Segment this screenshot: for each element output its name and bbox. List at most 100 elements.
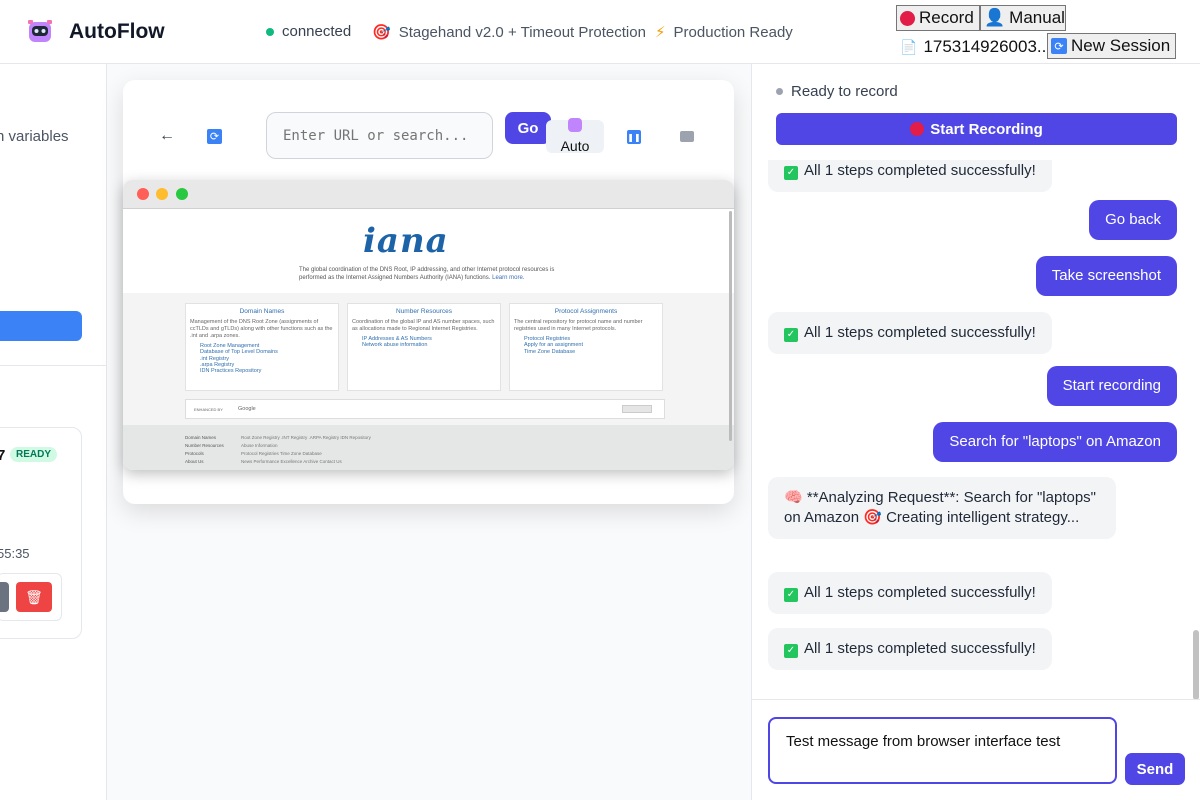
iana-footer-row: Number Resources Abuse Information <box>185 443 278 448</box>
iana-section-title[interactable]: Protocol Assignments <box>510 308 662 315</box>
record-mode-label: Record <box>919 8 974 27</box>
recorder-status-label: Ready to record <box>791 83 898 100</box>
iana-link[interactable]: IDN Practices Repository <box>200 368 338 374</box>
auto-mode-button[interactable]: Auto <box>546 118 604 154</box>
learn-more-link[interactable]: Learn more. <box>492 275 524 281</box>
robot-icon <box>568 118 582 132</box>
session-id: 175314926003... <box>923 37 1052 56</box>
production-label: Production Ready <box>673 23 793 41</box>
chat-message-bot: ✓ All 1 steps completed successfully! <box>768 160 1052 192</box>
variables-text: n variables <box>0 128 69 145</box>
app-header: AutoFlow connected 🎯 Stagehand v2.0 + Ti… <box>0 0 1200 64</box>
iana-search[interactable]: ENHANCED BY Google <box>185 399 665 419</box>
refresh-icon: ⟳ <box>1051 38 1067 54</box>
iana-link[interactable]: Network abuse information <box>362 342 500 348</box>
auto-label: Auto <box>560 138 590 154</box>
chat-message-bot: ✓ All 1 steps completed successfully! <box>768 628 1052 670</box>
chat-messages: ✓ All 1 steps completed successfully! Go … <box>752 160 1200 702</box>
robot-logo-icon <box>28 20 52 42</box>
sidebar-divider <box>0 365 106 366</box>
refresh-button[interactable]: ⟳ <box>207 127 222 144</box>
iana-section-body: The central repository for protocol name… <box>514 319 643 332</box>
browser-card: ← ⟳ Go Auto ❚❚ iana The global coordinat… <box>123 80 734 504</box>
sidebar: n variables 7 READY 55:35 🗑 <box>0 64 107 800</box>
search-submit-button[interactable] <box>622 405 652 413</box>
send-button[interactable]: Send <box>1125 753 1185 785</box>
brand-name: AutoFlow <box>69 20 165 43</box>
url-input[interactable] <box>266 112 493 159</box>
status-dot-icon <box>776 88 783 95</box>
chat-message-user: Start recording <box>1046 366 1177 406</box>
iana-section-title[interactable]: Number Resources <box>348 308 500 315</box>
minimize-dot-icon <box>156 188 168 200</box>
iana-footer-links[interactable]: Protocol Registries Time Zone Database <box>241 451 322 456</box>
recorder-status: Ready to record <box>776 83 898 100</box>
manual-mode-label: Manual <box>1009 8 1065 27</box>
viewport-scrollbar[interactable] <box>729 211 732 441</box>
session-secondary-button[interactable] <box>0 582 9 612</box>
iana-footer-heading: Number Resources <box>185 443 224 448</box>
chat-scrollbar[interactable] <box>1193 630 1199 700</box>
start-recording-button[interactable]: Start Recording <box>776 113 1177 145</box>
manual-mode-button[interactable]: 👤 Manual <box>980 5 1066 31</box>
iana-logo: iana <box>363 221 449 261</box>
message-composer: Test message from browser interface test… <box>752 699 1200 800</box>
search-enhanced-label: ENHANCED BY <box>194 407 223 412</box>
status-dot-icon <box>266 27 274 36</box>
chat-message-user: Go back <box>1089 200 1177 240</box>
iana-footer-links[interactable]: Root Zone Registry .INT Registry .ARPA R… <box>241 435 371 440</box>
start-recording-label: Start Recording <box>930 120 1043 138</box>
iana-intro: The global coordination of the DNS Root,… <box>299 267 559 282</box>
red-circle-icon <box>910 122 925 136</box>
iana-section-box: Protocol Assignments The central reposito… <box>509 303 663 391</box>
lightning-icon: ⚡ <box>655 24 666 41</box>
iana-section-title[interactable]: Domain Names <box>186 308 338 315</box>
check-icon: ✓ <box>784 588 798 602</box>
iana-section-box: Domain Names Management of the DNS Root Z… <box>185 303 339 391</box>
check-icon: ✓ <box>784 166 798 180</box>
session-card: 7 READY 55:35 🗑 <box>0 427 82 639</box>
new-session-label: New Session <box>1071 36 1171 55</box>
close-dot-icon <box>137 188 149 200</box>
target-icon: 🎯 <box>372 24 391 41</box>
chat-panel: Ready to record Start Recording ✓ All 1 s… <box>751 64 1200 800</box>
browser-viewport[interactable]: iana The global coordination of the DNS … <box>123 180 734 470</box>
production-status: ⚡ Production Ready <box>655 23 793 42</box>
chat-message-user: Search for "laptops" on Amazon <box>933 422 1177 462</box>
record-mode-button[interactable]: Record <box>896 5 980 31</box>
iana-footer-links[interactable]: News Performance Excellence Archive Cont… <box>241 459 342 464</box>
iana-link[interactable]: Time Zone Database <box>524 349 662 355</box>
iana-footer-row: About Us News Performance Excellence Arch… <box>185 459 342 464</box>
chat-message-bot: ✓ All 1 steps completed successfully! <box>768 312 1052 354</box>
brain-icon: 🧠 <box>784 489 803 506</box>
iana-footer: Domain Names Root Zone Registry .INT Regi… <box>123 425 734 470</box>
maximize-dot-icon <box>176 188 188 200</box>
connection-label: connected <box>282 23 352 40</box>
document-icon: 📄 <box>900 38 918 55</box>
pause-icon: ❚❚ <box>627 132 641 142</box>
delete-session-button[interactable]: 🗑 <box>16 582 52 612</box>
engine-label: Stagehand v2.0 + Timeout Protection <box>398 23 646 41</box>
chat-message-user: Take screenshot <box>1035 256 1177 296</box>
iana-footer-links[interactable]: Abuse Information <box>241 443 278 448</box>
back-button[interactable]: ← <box>159 127 175 145</box>
check-icon: ✓ <box>784 644 798 658</box>
message-input[interactable]: Test message from browser interface test <box>768 717 1117 784</box>
new-session-button[interactable]: ⟳ New Session <box>1047 33 1176 59</box>
engine-status: 🎯 Stagehand v2.0 + Timeout Protection <box>372 23 646 42</box>
browser-panel: ← ⟳ Go Auto ❚❚ iana The global coordinat… <box>107 64 751 800</box>
check-icon: ✓ <box>784 328 798 342</box>
iana-footer-heading: About Us <box>185 459 204 464</box>
keyboard-button[interactable] <box>680 131 694 142</box>
refresh-icon: ⟳ <box>207 129 222 144</box>
iana-footer-row: Domain Names Root Zone Registry .INT Regi… <box>185 435 371 440</box>
chat-message-bot: ✓ All 1 steps completed successfully! <box>768 572 1052 614</box>
webpage-screenshot: iana The global coordination of the DNS … <box>123 209 734 470</box>
pause-button[interactable]: ❚❚ <box>627 130 641 144</box>
target-icon: 🎯 <box>863 509 882 526</box>
session-card-id: 7 <box>0 447 5 464</box>
window-titlebar <box>123 180 734 209</box>
sidebar-primary-button[interactable] <box>0 311 82 341</box>
iana-footer-row: Protocols Protocol Registries Time Zone D… <box>185 451 322 456</box>
go-button[interactable]: Go <box>505 112 551 144</box>
